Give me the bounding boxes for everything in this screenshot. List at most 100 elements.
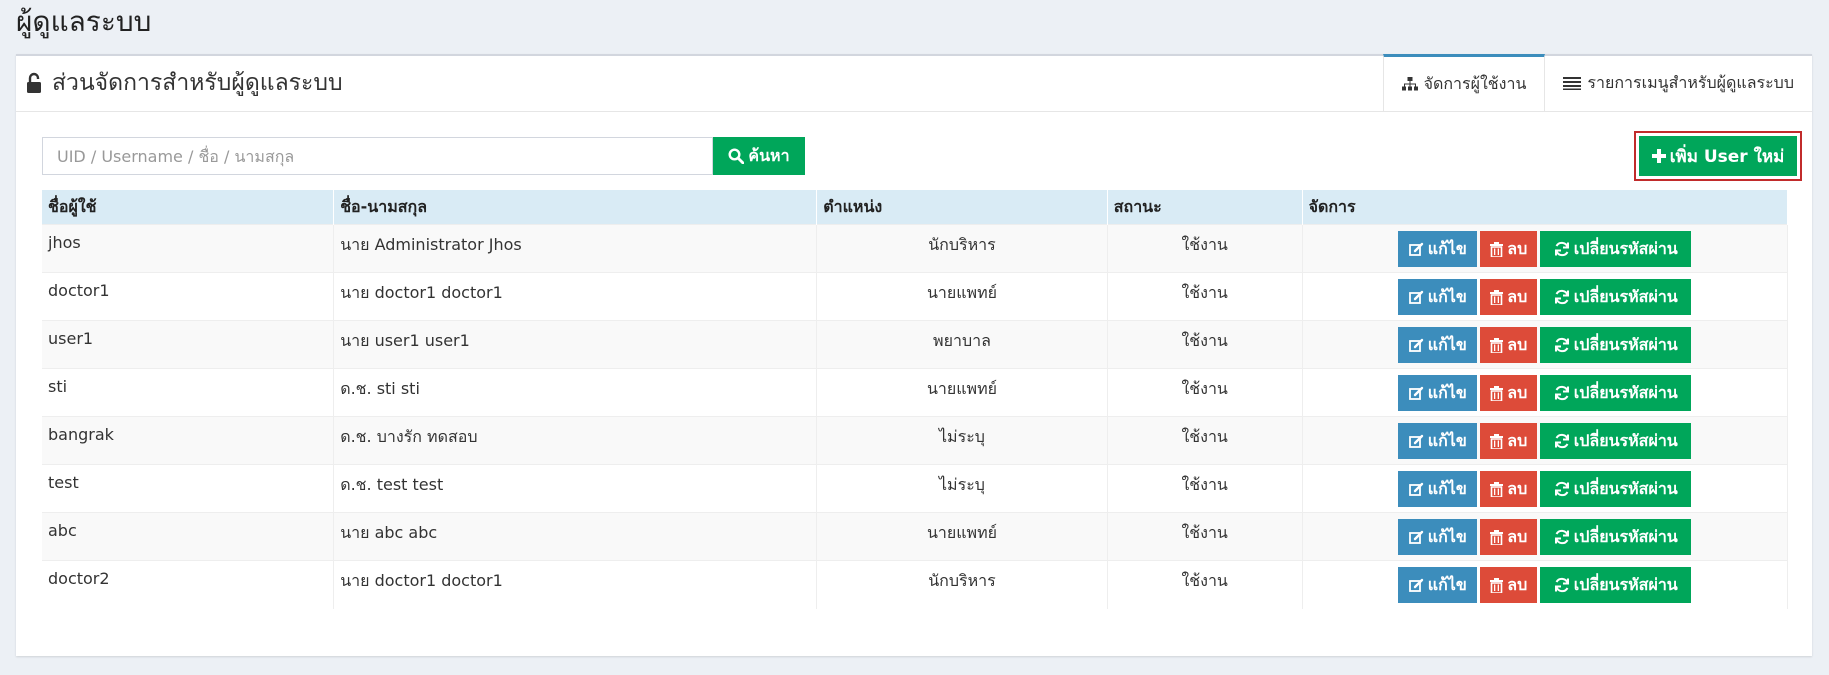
edit-label: แก้ไข	[1427, 286, 1467, 306]
column-header-fullname: ชื่อ-นามสกุล	[333, 190, 818, 225]
table-header-row: ชื่อผู้ใช้ ชื่อ-นามสกุล ตำแหน่ง สถานะ จั…	[42, 190, 1789, 225]
search-bar: ค้นหา	[42, 137, 805, 175]
search-icon	[728, 148, 745, 164]
trash-icon	[1490, 337, 1504, 353]
cell-fullname: นาย user1 user1	[333, 320, 818, 369]
reset-password-button[interactable]: เปลี่ยนรหัสผ่าน	[1540, 471, 1692, 507]
reset-password-button[interactable]: เปลี่ยนรหัสผ่าน	[1540, 231, 1692, 267]
reset-password-label: เปลี่ยนรหัสผ่าน	[1573, 382, 1678, 402]
delete-button[interactable]: ลบ	[1480, 327, 1538, 363]
table-row: doctor1 นาย doctor1 doctor1 นายแพทย์ ใช้งาน…	[42, 272, 1789, 321]
users-table: ชื่อผู้ใช้ ชื่อ-นามสกุล ตำแหน่ง สถานะ จั…	[42, 190, 1789, 609]
refresh-icon	[1554, 481, 1570, 497]
plus-icon	[1651, 149, 1666, 163]
edit-label: แก้ไข	[1427, 238, 1467, 258]
cell-fullname: ด.ช. sti sti	[333, 368, 818, 417]
reset-password-label: เปลี่ยนรหัสผ่าน	[1573, 430, 1678, 450]
trash-icon	[1490, 577, 1504, 593]
reset-password-button[interactable]: เปลี่ยนรหัสผ่าน	[1540, 519, 1692, 555]
add-user-button[interactable]: เพิ่ม User ใหม่	[1639, 136, 1797, 176]
column-header-actions: จัดการ	[1302, 190, 1789, 225]
admin-panel: ส่วนจัดการสำหรับผู้ดูแลระบบ จัดการผู้ใช้…	[16, 54, 1812, 656]
cell-status: ใช้งาน	[1107, 368, 1303, 417]
trash-icon	[1490, 433, 1504, 449]
reset-password-button[interactable]: เปลี่ยนรหัสผ่าน	[1540, 423, 1692, 459]
cell-status: ใช้งาน	[1107, 512, 1303, 561]
edit-button[interactable]: แก้ไข	[1398, 231, 1478, 267]
edit-button[interactable]: แก้ไข	[1398, 375, 1478, 411]
cell-fullname: นาย doctor1 doctor1	[333, 560, 818, 609]
cell-actions: แก้ไข ลบ เปลี่ยนรหัสผ่าน	[1302, 464, 1789, 513]
edit-button[interactable]: แก้ไข	[1398, 471, 1478, 507]
search-input[interactable]	[42, 137, 713, 175]
reset-password-label: เปลี่ยนรหัสผ่าน	[1573, 478, 1678, 498]
delete-label: ลบ	[1507, 382, 1528, 402]
cell-position: นายแพทย์	[816, 368, 1108, 417]
edit-label: แก้ไข	[1427, 526, 1467, 546]
reset-password-button[interactable]: เปลี่ยนรหัสผ่าน	[1540, 279, 1692, 315]
refresh-icon	[1554, 289, 1570, 305]
list-icon	[1563, 76, 1582, 90]
edit-button[interactable]: แก้ไข	[1398, 423, 1478, 459]
reset-password-label: เปลี่ยนรหัสผ่าน	[1573, 574, 1678, 594]
delete-button[interactable]: ลบ	[1480, 375, 1538, 411]
column-header-status: สถานะ	[1107, 190, 1303, 225]
cell-username: bangrak	[42, 416, 335, 465]
cell-status: ใช้งาน	[1107, 320, 1303, 369]
edit-button[interactable]: แก้ไข	[1398, 279, 1478, 315]
delete-label: ลบ	[1507, 574, 1528, 594]
tab-manage-users[interactable]: จัดการผู้ใช้งาน	[1382, 54, 1546, 111]
reset-password-button[interactable]: เปลี่ยนรหัสผ่าน	[1540, 567, 1692, 603]
cell-position: ไม่ระบุ	[816, 464, 1108, 513]
edit-button[interactable]: แก้ไข	[1398, 327, 1478, 363]
cell-fullname: นาย abc abc	[333, 512, 818, 561]
edit-label: แก้ไข	[1427, 430, 1467, 450]
edit-button[interactable]: แก้ไข	[1398, 567, 1478, 603]
delete-button[interactable]: ลบ	[1480, 471, 1538, 507]
panel-title-text: ส่วนจัดการสำหรับผู้ดูแลระบบ	[52, 70, 343, 96]
cell-position: พยาบาล	[816, 320, 1108, 369]
cell-status: ใช้งาน	[1107, 224, 1303, 273]
search-button[interactable]: ค้นหา	[713, 137, 805, 175]
table-row: jhos นาย Administrator Jhos นักบริหาร ใช้งา…	[42, 224, 1789, 273]
cell-position: ไม่ระบุ	[816, 416, 1108, 465]
cell-fullname: ด.ช. บางรัก ทดสอบ	[333, 416, 818, 465]
reset-password-button[interactable]: เปลี่ยนรหัสผ่าน	[1540, 375, 1692, 411]
table-row: bangrak ด.ช. บางรัก ทดสอบ ไม่ระบุ ใช้งาน แก้…	[42, 416, 1789, 465]
refresh-icon	[1554, 241, 1570, 257]
cell-status: ใช้งาน	[1107, 416, 1303, 465]
table-row: doctor2 นาย doctor1 doctor1 นักบริหาร ใช้งา…	[42, 560, 1789, 609]
edit-icon	[1408, 290, 1424, 305]
cell-actions: แก้ไข ลบ เปลี่ยนรหัสผ่าน	[1302, 368, 1789, 417]
edit-button[interactable]: แก้ไข	[1398, 519, 1478, 555]
tab-label: รายการเมนูสำหรับผู้ดูแลระบบ	[1587, 72, 1794, 92]
reset-password-label: เปลี่ยนรหัสผ่าน	[1573, 238, 1678, 258]
reset-password-button[interactable]: เปลี่ยนรหัสผ่าน	[1540, 327, 1692, 363]
delete-button[interactable]: ลบ	[1480, 231, 1538, 267]
edit-icon	[1408, 482, 1424, 497]
column-header-username: ชื่อผู้ใช้	[42, 190, 335, 225]
table-row: test ด.ช. test test ไม่ระบุ ใช้งาน แก้ไข ลบ เป…	[42, 464, 1789, 513]
cell-actions: แก้ไข ลบ เปลี่ยนรหัสผ่าน	[1302, 272, 1789, 321]
cell-actions: แก้ไข ลบ เปลี่ยนรหัสผ่าน	[1302, 320, 1789, 369]
panel-header: ส่วนจัดการสำหรับผู้ดูแลระบบ จัดการผู้ใช้…	[16, 54, 1812, 112]
cell-username: user1	[42, 320, 335, 369]
cell-status: ใช้งาน	[1107, 560, 1303, 609]
cell-username: sti	[42, 368, 335, 417]
refresh-icon	[1554, 337, 1570, 353]
delete-label: ลบ	[1507, 334, 1528, 354]
add-user-label: เพิ่ม User ใหม่	[1669, 146, 1785, 167]
delete-button[interactable]: ลบ	[1480, 279, 1538, 315]
tab-admin-menu-list[interactable]: รายการเมนูสำหรับผู้ดูแลระบบ	[1545, 54, 1812, 109]
delete-button[interactable]: ลบ	[1480, 519, 1538, 555]
table-row: sti ด.ช. sti sti นายแพทย์ ใช้งาน แก้ไข ลบ เปลี…	[42, 368, 1789, 417]
reset-password-label: เปลี่ยนรหัสผ่าน	[1573, 526, 1678, 546]
delete-label: ลบ	[1507, 238, 1528, 258]
refresh-icon	[1554, 577, 1570, 593]
delete-label: ลบ	[1507, 526, 1528, 546]
cell-actions: แก้ไข ลบ เปลี่ยนรหัสผ่าน	[1302, 416, 1789, 465]
edit-icon	[1408, 578, 1424, 593]
delete-button[interactable]: ลบ	[1480, 567, 1538, 603]
delete-button[interactable]: ลบ	[1480, 423, 1538, 459]
cell-status: ใช้งาน	[1107, 464, 1303, 513]
